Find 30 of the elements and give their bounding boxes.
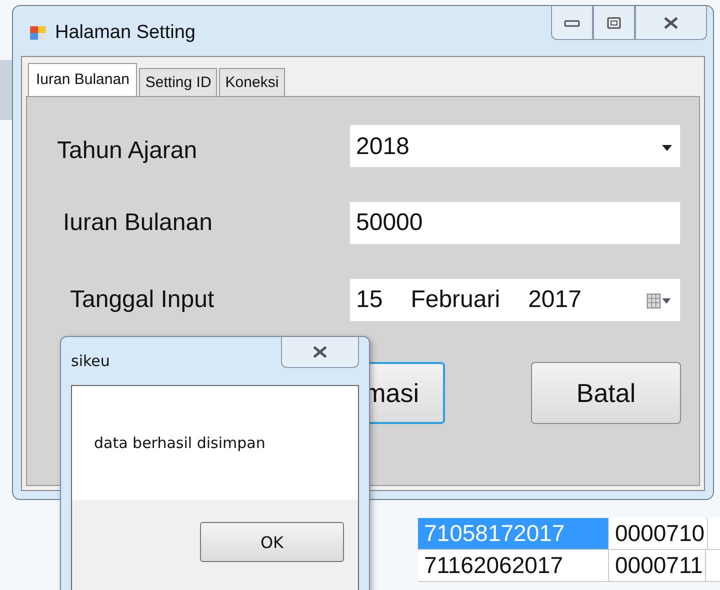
window-title: Halaman Setting [55, 22, 196, 44]
table-cell: 71058172017 [418, 518, 609, 549]
close-button[interactable] [635, 6, 707, 40]
dialog-title: sikeu [71, 352, 110, 370]
year-dropdown[interactable]: 2018 [349, 124, 681, 168]
minimize-button[interactable] [551, 6, 593, 40]
table-row[interactable]: 71162062017 0000711 [418, 550, 720, 582]
close-icon [312, 346, 328, 358]
maximize-button[interactable] [593, 6, 635, 40]
close-icon [663, 16, 679, 28]
form-button[interactable]: Batal [531, 362, 681, 424]
field-label: Iuran Bulanan [62, 209, 214, 237]
table-row[interactable]: 71058172017 0000710 [418, 518, 720, 550]
dropdown-arrow-icon [662, 145, 672, 151]
app-icon [29, 24, 47, 42]
dialog-message: data berhasil disimpan [94, 434, 266, 452]
field-label: Tahun Ajaran [57, 136, 198, 165]
calendar-icon [646, 292, 672, 308]
date-picker[interactable]: 15 Februari 2017 [349, 278, 681, 322]
table-cell: 0000711 [609, 550, 706, 581]
tab[interactable]: Setting ID [139, 68, 218, 96]
amount-input-field[interactable]: 50000 [349, 201, 681, 245]
table-cell: 71162062017 [418, 550, 609, 581]
tab[interactable]: Iuran Bulanan [28, 63, 138, 96]
table-cell: 0000710 [609, 518, 708, 549]
field-label: Tanggal Input [69, 286, 216, 314]
tab[interactable]: Koneksi [219, 68, 285, 96]
maximize-icon [606, 16, 622, 28]
ok-button[interactable]: OK [200, 522, 344, 562]
close-button[interactable] [281, 337, 359, 368]
